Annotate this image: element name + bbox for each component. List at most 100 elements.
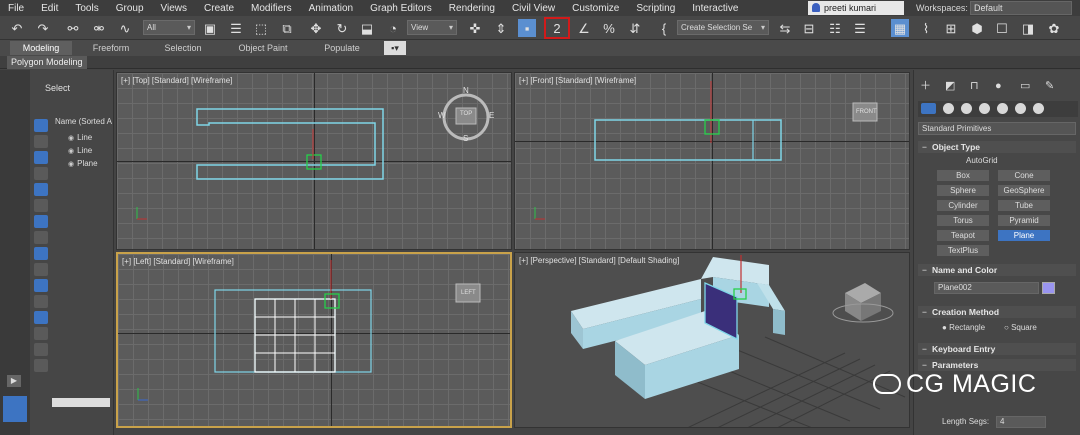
filter-icon[interactable] (34, 295, 48, 308)
select-object-icon[interactable]: ▣ (201, 19, 219, 37)
menu-rendering[interactable]: Rendering (441, 3, 504, 14)
filter-icon[interactable] (34, 327, 48, 340)
ribbon-toggle-icon[interactable]: ▦ (891, 19, 909, 37)
render-icon[interactable]: ✿ (1045, 19, 1063, 37)
geosphere-button[interactable]: GeoSphere (998, 185, 1050, 196)
selection-filter-dropdown[interactable]: All (143, 20, 195, 35)
rect-selection-icon[interactable]: ⬚ (252, 19, 270, 37)
filter-icon[interactable] (34, 359, 48, 372)
rotate-icon[interactable]: ↻ (333, 19, 351, 37)
viewport-perspective[interactable]: [+] [Perspective] [Standard] [Default Sh… (514, 252, 910, 428)
sphere-button[interactable]: Sphere (937, 185, 989, 196)
menu-modifiers[interactable]: Modifiers (243, 3, 301, 14)
render-setup-icon[interactable]: ☐ (993, 19, 1011, 37)
ribbon-tab-object-paint[interactable]: Object Paint (228, 41, 298, 55)
unlink-icon[interactable]: ⚮ (90, 19, 108, 37)
viewcube-left[interactable]: LEFT (461, 290, 476, 296)
menu-interactive[interactable]: Interactive (684, 3, 747, 14)
systems-icon[interactable] (1033, 103, 1044, 114)
snaps-toggle-2d-icon[interactable]: 2 (544, 17, 570, 39)
ribbon-options-icon[interactable]: ▪▾ (384, 41, 406, 55)
play-icon[interactable]: ▶ (7, 375, 21, 387)
object-color-swatch[interactable] (1042, 282, 1055, 294)
rendered-frame-icon[interactable]: ◨ (1019, 19, 1037, 37)
schematic-view-icon[interactable]: ⊞ (942, 19, 960, 37)
scene-row[interactable]: Line (68, 146, 92, 155)
menu-edit[interactable]: Edit (33, 3, 67, 14)
scene-row[interactable]: Line (68, 133, 92, 142)
filter-icon[interactable] (34, 247, 48, 260)
object-type-rollout[interactable]: Object Type (918, 141, 1076, 153)
filter-icon[interactable] (34, 279, 48, 292)
viewcube-front[interactable]: FRONT (856, 109, 877, 115)
edit-named-selection-icon[interactable]: { (655, 19, 673, 37)
geometry-icon[interactable] (921, 103, 936, 114)
shapes-icon[interactable] (943, 103, 954, 114)
filter-icon[interactable] (34, 135, 48, 148)
length-segs-spinner[interactable]: 4 (996, 416, 1046, 428)
toggle-scene-explorer-icon[interactable]: ☷ (826, 19, 844, 37)
name-and-color-rollout[interactable]: Name and Color (918, 264, 1076, 276)
ribbon-tab-populate[interactable]: Populate (312, 41, 372, 55)
helpers-icon[interactable] (997, 103, 1008, 114)
space-warps-icon[interactable] (1015, 103, 1026, 114)
manipulate-icon[interactable]: ⇕ (492, 19, 510, 37)
named-selection-dropdown[interactable]: Create Selection Se (677, 20, 769, 35)
keyboard-entry-rollout[interactable]: Keyboard Entry (918, 343, 1076, 355)
name-column-header[interactable]: Name (Sorted A (55, 117, 112, 126)
filter-icon[interactable] (34, 311, 48, 324)
workspace-dropdown[interactable]: Default (970, 1, 1072, 15)
percent-snap-icon[interactable]: % (600, 19, 618, 37)
menu-customize[interactable]: Customize (564, 3, 628, 14)
create-tab-icon[interactable]: ＋ (920, 80, 932, 92)
menu-tools[interactable]: Tools (67, 3, 107, 14)
display-tab-icon[interactable]: ▭ (1020, 80, 1032, 92)
utilities-tab-icon[interactable]: ✎ (1045, 80, 1057, 92)
viewport-front[interactable]: [+] [Front] [Standard] [Wireframe] FRONT (514, 72, 910, 250)
menu-group[interactable]: Group (108, 3, 153, 14)
teapot-button[interactable]: Teapot (937, 230, 989, 241)
angle-snap-icon[interactable]: ∠ (575, 19, 593, 37)
torus-button[interactable]: Torus (937, 215, 989, 226)
textplus-button[interactable]: TextPlus (937, 245, 989, 256)
autogrid-checkbox[interactable]: AutoGrid (966, 156, 998, 165)
ribbon-tab-selection[interactable]: Selection (150, 41, 216, 55)
viewcube-top[interactable]: TOP (460, 111, 472, 117)
lights-icon[interactable] (961, 103, 972, 114)
move-icon[interactable]: ✥ (307, 19, 325, 37)
redo-icon[interactable]: ↷ (34, 19, 52, 37)
keyboard-shortcut-icon[interactable]: ▪ (518, 19, 536, 37)
filter-icon[interactable] (34, 151, 48, 164)
filter-icon[interactable] (34, 199, 48, 212)
primitive-category-dropdown[interactable]: Standard Primitives (918, 122, 1076, 135)
filter-icon[interactable] (34, 343, 48, 356)
menu-file[interactable]: File (0, 3, 33, 14)
cameras-icon[interactable] (979, 103, 990, 114)
scene-explorer-scrollbar[interactable] (52, 398, 110, 407)
user-account-button[interactable]: preeti kumari (808, 1, 904, 15)
filter-icon[interactable] (34, 215, 48, 228)
filter-icon[interactable] (34, 167, 48, 180)
square-radio[interactable]: ○ Square (1004, 323, 1037, 332)
material-editor-icon[interactable]: ⬢ (968, 19, 986, 37)
bind-space-warp-icon[interactable]: ∿ (116, 19, 134, 37)
layer-explorer-icon[interactable]: ☰ (851, 19, 869, 37)
pyramid-button[interactable]: Pyramid (998, 215, 1050, 226)
reference-coord-dropdown[interactable]: View (407, 20, 457, 35)
select-by-name-icon[interactable]: ☰ (227, 19, 245, 37)
scene-row[interactable]: Plane (68, 159, 97, 168)
spinner-snap-icon[interactable]: ⇵ (626, 19, 644, 37)
rectangle-radio[interactable]: ● Rectangle (942, 323, 985, 332)
ribbon-tab-modeling[interactable]: Modeling (10, 41, 72, 55)
viewport-left[interactable]: [+] [Left] [Standard] [Wireframe] LEFT (116, 252, 512, 428)
viewport-layout-icon[interactable] (3, 396, 27, 422)
undo-icon[interactable]: ↶ (8, 19, 26, 37)
hierarchy-tab-icon[interactable]: ⊓ (970, 80, 982, 92)
plane-button[interactable]: Plane (998, 230, 1050, 241)
object-name-input[interactable]: Plane002 (934, 282, 1039, 294)
viewport-top[interactable]: [+] [Top] [Standard] [Wireframe] N E S W… (116, 72, 512, 250)
menu-civil-view[interactable]: Civil View (504, 3, 564, 14)
mirror-icon[interactable]: ⇆ (776, 19, 794, 37)
modify-tab-icon[interactable]: ◩ (945, 80, 957, 92)
place-icon[interactable]: ◔ (384, 19, 402, 37)
